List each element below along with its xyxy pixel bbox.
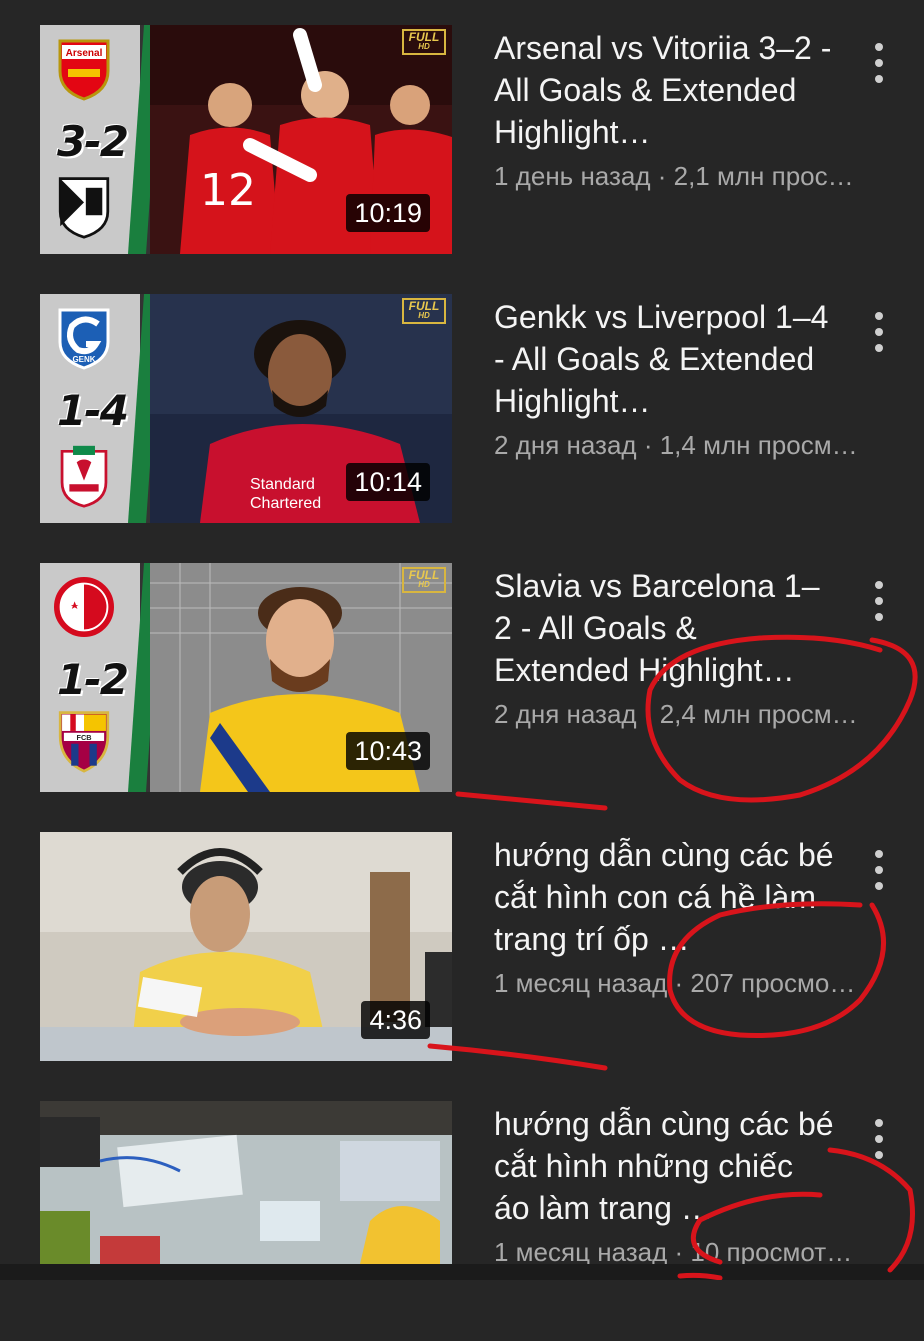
- video-thumbnail[interactable]: Arsenal 3-2 12 FULL HD 10:19: [40, 25, 452, 254]
- video-title[interactable]: Genkk vs Liverpool 1–4 - All Goals & Ext…: [494, 296, 834, 422]
- score-panel: Arsenal 3-2: [40, 25, 140, 254]
- video-item-craft-shirts[interactable]: hướng dẫn cùng các bé cắt hình những chi…: [0, 1101, 924, 1341]
- score-panel: 1-2 FCB: [40, 563, 140, 792]
- video-duration: 4:36: [361, 1001, 430, 1039]
- video-meta: 1 месяц назад · 207 просмо…: [494, 968, 856, 998]
- bottom-bar: [0, 1264, 924, 1280]
- full-hd-badge: FULL HD: [402, 567, 446, 593]
- svg-text:12: 12: [200, 165, 256, 216]
- more-options-icon[interactable]: [862, 41, 896, 85]
- svg-text:Standard: Standard: [250, 476, 315, 493]
- score-text: 1-2: [57, 655, 129, 704]
- svg-text:GENK: GENK: [72, 355, 95, 364]
- genk-crest-icon: GENK: [58, 308, 110, 370]
- video-list: Arsenal 3-2 12 FULL HD 10:19 Arsenal vs …: [0, 0, 924, 1280]
- more-options-icon[interactable]: [862, 848, 896, 892]
- video-duration: 10:43: [346, 732, 430, 770]
- video-item-slavia[interactable]: 1-2 FCB FULL HD 10:43 Slavia vs Barcelon…: [0, 563, 924, 803]
- full-hd-badge: FULL HD: [402, 298, 446, 324]
- video-title[interactable]: Arsenal vs Vitoriia 3–2 - All Goals & Ex…: [494, 27, 834, 153]
- video-thumbnail[interactable]: 4:36: [40, 832, 452, 1061]
- svg-text:FCB: FCB: [77, 733, 92, 742]
- video-title[interactable]: hướng dẫn cùng các bé cắt hình con cá hề…: [494, 834, 834, 960]
- score-text: 3-2: [57, 117, 129, 166]
- craft-video-image: [40, 1101, 452, 1264]
- vitoria-crest-icon: [58, 177, 110, 239]
- liverpool-crest-icon: [60, 445, 108, 508]
- svg-text:Arsenal: Arsenal: [66, 48, 103, 59]
- video-title[interactable]: Slavia vs Barcelona 1–2 - All Goals & Ex…: [494, 565, 834, 691]
- slavia-crest-icon: [54, 577, 114, 637]
- svg-text:Chartered: Chartered: [250, 495, 321, 512]
- video-meta: 2 дня назад · 1,4 млн просм…: [494, 430, 858, 460]
- more-options-icon[interactable]: [862, 1117, 896, 1161]
- video-item-craft-fish[interactable]: 4:36 hướng dẫn cùng các bé cắt hình con …: [0, 832, 924, 1072]
- video-item-genk[interactable]: GENK 1-4 Standard Chartered FULL HD 10:1…: [0, 294, 924, 534]
- score-panel: GENK 1-4: [40, 294, 140, 523]
- more-options-icon[interactable]: [862, 579, 896, 623]
- video-thumbnail[interactable]: [40, 1101, 452, 1264]
- video-thumbnail[interactable]: 1-2 FCB FULL HD 10:43: [40, 563, 452, 792]
- score-text: 1-4: [57, 386, 129, 435]
- video-item-arsenal[interactable]: Arsenal 3-2 12 FULL HD 10:19 Arsenal vs …: [0, 25, 924, 265]
- video-title[interactable]: hướng dẫn cùng các bé cắt hình những chi…: [494, 1103, 834, 1229]
- video-duration: 10:14: [346, 463, 430, 501]
- more-options-icon[interactable]: [862, 310, 896, 354]
- full-hd-badge: FULL HD: [402, 29, 446, 55]
- arsenal-crest-icon: Arsenal: [58, 39, 110, 101]
- video-meta: 1 день назад · 2,1 млн прос…: [494, 161, 854, 191]
- video-thumbnail[interactable]: GENK 1-4 Standard Chartered FULL HD 10:1…: [40, 294, 452, 523]
- video-duration: 10:19: [346, 194, 430, 232]
- barcelona-crest-icon: FCB: [58, 711, 110, 773]
- video-meta: 2 дня назад · 2,4 млн просм…: [494, 699, 858, 729]
